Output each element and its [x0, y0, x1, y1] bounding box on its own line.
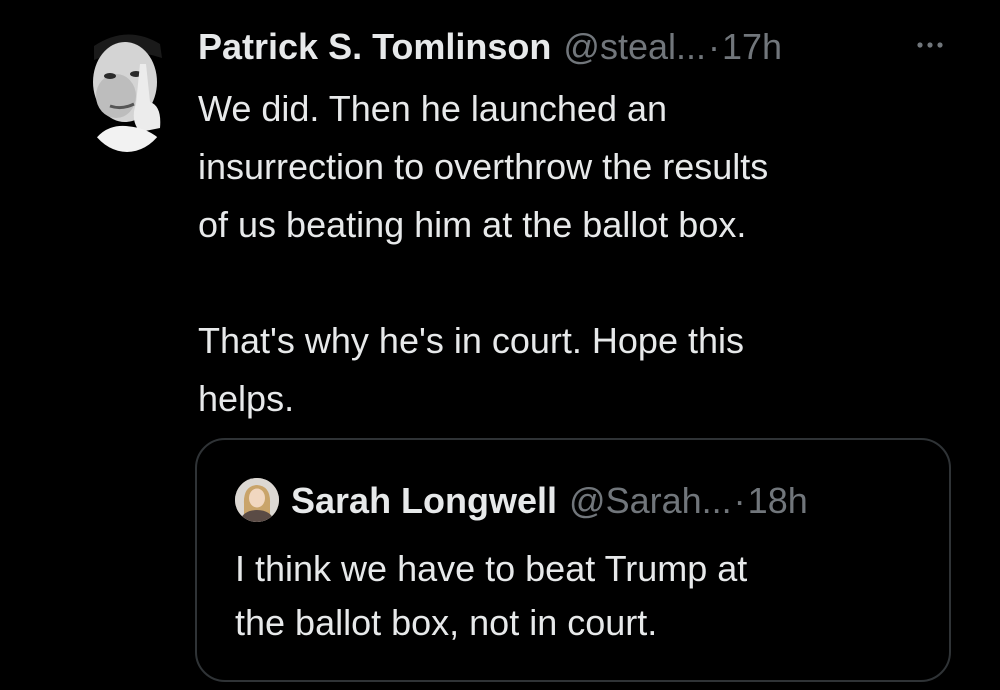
quoted-tweet[interactable]: Sarah Longwell @Sarah... · 18h I think w…	[195, 438, 951, 682]
header-separator: ·	[708, 26, 721, 67]
quoted-tweet-header: Sarah Longwell @Sarah... · 18h	[291, 476, 808, 526]
tweet-header: Patrick S. Tomlinson @steal... · 17h	[198, 22, 782, 72]
quoted-tweet-text-line: the ballot box, not in court.	[235, 602, 658, 643]
user-avatar-icon	[235, 478, 279, 522]
quoted-tweet-text: I think we have to beat Trump at the bal…	[235, 542, 935, 650]
more-horizontal-icon	[917, 42, 943, 48]
quoted-author-display-name: Sarah Longwell	[291, 480, 558, 521]
author-handle[interactable]: @steal...	[563, 26, 706, 68]
tweet[interactable]: Patrick S. Tomlinson @steal... · 17h We …	[0, 0, 1000, 690]
author-display-name[interactable]: Patrick S. Tomlinson	[198, 26, 551, 68]
quoted-author-handle: @Sarah...	[569, 480, 732, 521]
more-options-button[interactable]	[912, 30, 948, 60]
quoted-tweet-text-line: I think we have to beat Trump at	[235, 548, 748, 589]
tweet-text: We did. Then he launched an insurrection…	[198, 88, 769, 419]
quoted-header-separator: ·	[733, 480, 746, 521]
user-avatar-icon	[80, 24, 174, 152]
author-avatar[interactable]	[80, 24, 174, 152]
quoted-author-avatar[interactable]	[235, 478, 279, 522]
quoted-tweet-timestamp: 18h	[747, 480, 808, 521]
tweet-timestamp[interactable]: 17h	[722, 26, 782, 68]
